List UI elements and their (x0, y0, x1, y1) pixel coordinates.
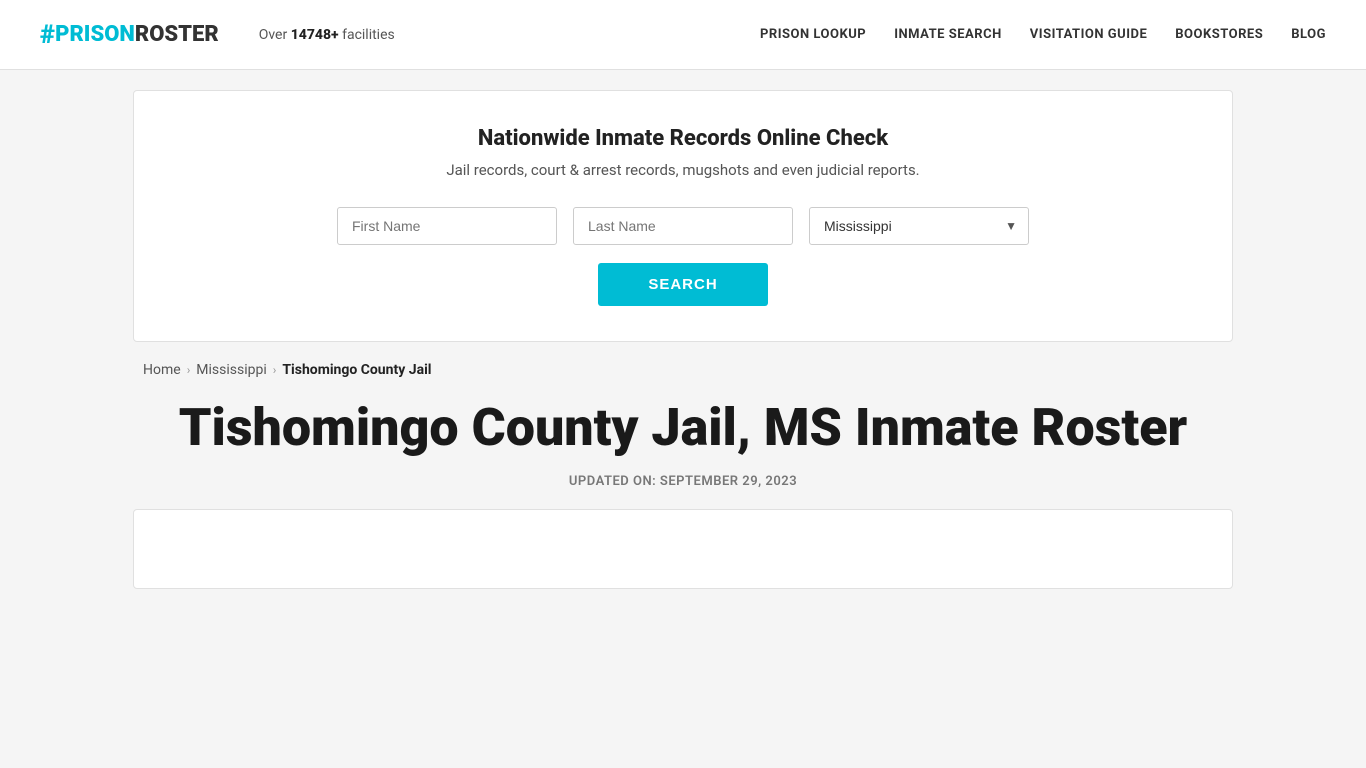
site-header: # PRISON ROSTER Over 14748+ facilities P… (0, 0, 1366, 70)
last-name-input[interactable] (573, 207, 793, 245)
search-banner: Nationwide Inmate Records Online Check J… (133, 90, 1233, 342)
state-select-wrapper: AlabamaAlaskaArizonaArkansasCaliforniaCo… (809, 207, 1029, 245)
facilities-count: 14748+ (291, 27, 339, 43)
state-select[interactable]: AlabamaAlaskaArizonaArkansasCaliforniaCo… (809, 207, 1029, 245)
search-banner-subtitle: Jail records, court & arrest records, mu… (174, 161, 1192, 179)
page-title-section: Tishomingo County Jail, MS Inmate Roster… (133, 398, 1233, 489)
page-title: Tishomingo County Jail, MS Inmate Roster (143, 398, 1223, 458)
logo-hash: # (40, 20, 55, 50)
breadcrumb-current: Tishomingo County Jail (282, 362, 431, 378)
logo-roster: ROSTER (135, 22, 219, 47)
nav-visitation-guide[interactable]: VISITATION GUIDE (1030, 27, 1147, 42)
breadcrumb-section: Home › Mississippi › Tishomingo County J… (133, 362, 1233, 378)
content-box (133, 509, 1233, 589)
breadcrumb: Home › Mississippi › Tishomingo County J… (143, 362, 1223, 378)
site-logo[interactable]: # PRISON ROSTER (40, 20, 219, 50)
first-name-input[interactable] (337, 207, 557, 245)
nav-bookstores[interactable]: BOOKSTORES (1175, 27, 1263, 42)
search-btn-row: SEARCH (174, 263, 1192, 306)
search-form: AlabamaAlaskaArizonaArkansasCaliforniaCo… (174, 207, 1192, 245)
breadcrumb-sep-1: › (187, 363, 191, 377)
breadcrumb-state[interactable]: Mississippi (196, 362, 266, 378)
nav-blog[interactable]: BLOG (1291, 27, 1326, 42)
breadcrumb-home[interactable]: Home (143, 362, 181, 378)
updated-on: UPDATED ON: SEPTEMBER 29, 2023 (143, 474, 1223, 489)
nav-prison-lookup[interactable]: PRISON LOOKUP (760, 27, 866, 42)
search-banner-title: Nationwide Inmate Records Online Check (174, 126, 1192, 151)
breadcrumb-sep-2: › (273, 363, 277, 377)
search-button[interactable]: SEARCH (598, 263, 767, 306)
nav-inmate-search[interactable]: INMATE SEARCH (894, 27, 1002, 42)
logo-prison: PRISON (55, 22, 135, 47)
main-nav: PRISON LOOKUP INMATE SEARCH VISITATION G… (760, 27, 1326, 42)
facilities-text: Over 14748+ facilities (259, 27, 395, 43)
